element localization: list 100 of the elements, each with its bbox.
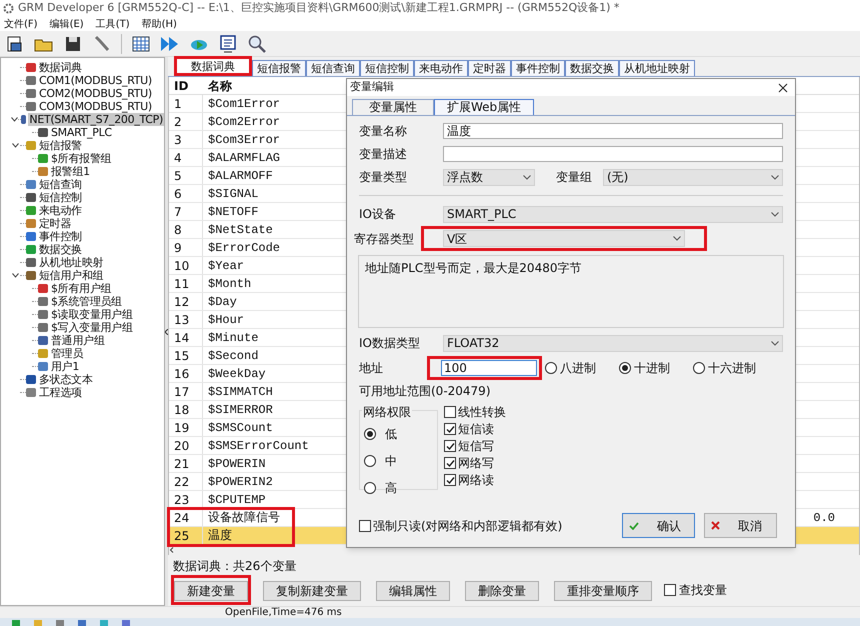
- tree-item[interactable]: 来电动作: [38, 204, 83, 217]
- radio-button[interactable]: [364, 428, 376, 440]
- tree-item[interactable]: $读取变量用户组: [50, 308, 134, 321]
- tree-node-icon: [26, 63, 36, 72]
- tab[interactable]: 事件控制: [511, 60, 565, 76]
- tree-item[interactable]: 普通用户组: [50, 334, 106, 347]
- column-header[interactable]: 名称: [203, 76, 232, 94]
- description-field[interactable]: [443, 146, 783, 162]
- radio-button[interactable]: [693, 362, 705, 374]
- table-cell: 14: [169, 329, 203, 346]
- tree-item[interactable]: 管理员: [50, 347, 84, 360]
- checkbox[interactable]: [359, 520, 371, 532]
- radio-button[interactable]: [619, 362, 631, 374]
- tab[interactable]: 变量属性: [352, 99, 434, 115]
- expand-icon[interactable]: [12, 143, 19, 148]
- table-cell: 10: [169, 257, 203, 274]
- tree-item[interactable]: 报警组1: [50, 165, 91, 178]
- expand-icon[interactable]: [11, 117, 18, 122]
- toolbar-button[interactable]: 复制新建变量: [263, 581, 361, 601]
- toolbar-button[interactable]: 新建变量: [174, 581, 248, 601]
- tree-item[interactable]: $写入变量用户组: [50, 321, 134, 334]
- tree-item[interactable]: $所有报警组: [50, 152, 112, 165]
- tab[interactable]: 短信报警: [252, 60, 306, 76]
- dialog-title: 变量编辑: [350, 79, 394, 96]
- checkbox[interactable]: [444, 457, 456, 469]
- tree-item[interactable]: 短信控制: [38, 191, 83, 204]
- grid-icon[interactable]: [131, 34, 151, 54]
- tab[interactable]: 从机地址映射: [619, 60, 695, 76]
- column-header[interactable]: ID: [169, 76, 203, 94]
- toolbar-button[interactable]: 重排变量顺序: [554, 581, 652, 601]
- menu-item[interactable]: 文件(F): [4, 16, 38, 32]
- radio-button[interactable]: [364, 455, 376, 467]
- tree-item[interactable]: 定时器: [38, 217, 72, 230]
- table-cell-text: $Year: [207, 258, 246, 274]
- search-icon[interactable]: [247, 34, 267, 54]
- address-field[interactable]: 100: [441, 360, 537, 376]
- menu-item[interactable]: 帮助(H): [142, 16, 177, 32]
- tree-item[interactable]: $所有用户组: [50, 282, 112, 295]
- tab[interactable]: 短信控制: [360, 60, 414, 76]
- tab[interactable]: 扩展Web属性: [434, 99, 534, 115]
- field-label: IO数据类型: [359, 335, 421, 352]
- tree-item[interactable]: NET(SMART_S7_200_TCP): [28, 113, 164, 126]
- checkbox-label: 网络读: [458, 472, 494, 489]
- name-field[interactable]: 温度: [443, 123, 783, 139]
- tree-item[interactable]: COM1(MODBUS_RTU): [38, 74, 153, 87]
- tree-item[interactable]: 数据词典: [38, 61, 83, 74]
- tree-item[interactable]: SMART_PLC: [50, 126, 113, 139]
- tree-item[interactable]: 多状态文本: [38, 373, 94, 386]
- expand-icon[interactable]: [12, 273, 19, 278]
- tab[interactable]: 定时器: [468, 60, 511, 76]
- menu-item[interactable]: 编辑(E): [50, 16, 84, 32]
- tree-item[interactable]: 短信查询: [38, 178, 83, 191]
- tree-item[interactable]: 用户1: [50, 360, 80, 373]
- tab[interactable]: 数据交换: [565, 60, 619, 76]
- dropdown[interactable]: 浮点数: [443, 168, 535, 186]
- tree-item[interactable]: 短信报警: [38, 139, 83, 152]
- tree-node-icon: [38, 154, 48, 163]
- tree-node-icon: [26, 141, 36, 150]
- table-cell: 8: [169, 221, 203, 238]
- dropdown[interactable]: (无): [603, 168, 783, 186]
- tree-item[interactable]: COM2(MODBUS_RTU): [38, 87, 153, 100]
- tree-node-icon: [26, 375, 36, 384]
- table-cell-text: $Com3Error: [207, 132, 282, 148]
- tab[interactable]: 来电动作: [414, 60, 468, 76]
- table-cell-text: $Second: [207, 348, 260, 364]
- checkbox[interactable]: [444, 474, 456, 486]
- checkbox[interactable]: [444, 423, 456, 435]
- ok-button[interactable]: 确认: [622, 513, 695, 538]
- dropdown[interactable]: FLOAT32: [443, 334, 783, 352]
- table-cell-text: 温度: [207, 528, 233, 544]
- menu-item[interactable]: 工具(T): [96, 16, 130, 32]
- toolbar-button[interactable]: 删除变量: [465, 581, 539, 601]
- tree-item[interactable]: COM3(MODBUS_RTU): [38, 100, 153, 113]
- checkbox[interactable]: [444, 440, 456, 452]
- tree-item[interactable]: $系统管理员组: [50, 295, 123, 308]
- dropdown[interactable]: SMART_PLC: [443, 206, 783, 222]
- checkbox[interactable]: [664, 584, 676, 596]
- cancel-button[interactable]: 取消: [704, 513, 777, 538]
- tree-item[interactable]: 工程选项: [38, 386, 83, 399]
- tree-node-icon: [26, 180, 36, 189]
- radio-button[interactable]: [364, 482, 376, 494]
- toolbar-button[interactable]: 编辑属性: [376, 581, 450, 601]
- close-icon[interactable]: [778, 82, 788, 92]
- radio-label: 中: [385, 453, 397, 470]
- table-cell-text: $Com2Error: [207, 114, 282, 130]
- tree-item[interactable]: 短信用户和组: [38, 269, 104, 282]
- tab[interactable]: 短信查询: [306, 60, 360, 76]
- table-cell-text: $Hour: [207, 312, 246, 328]
- checkbox[interactable]: [444, 406, 456, 418]
- scroll-left-icon[interactable]: [169, 547, 175, 553]
- app-gear-icon: [3, 3, 14, 14]
- monitor-icon[interactable]: [218, 34, 238, 54]
- close-icon: [711, 521, 720, 530]
- tree-item[interactable]: 从机地址映射: [38, 256, 104, 269]
- table-cell-text: $SIMMATCH: [207, 384, 274, 400]
- dropdown[interactable]: V区: [443, 230, 685, 247]
- tree-node-icon: [26, 271, 36, 280]
- radio-button[interactable]: [545, 362, 557, 374]
- tree-item[interactable]: 数据交换: [38, 243, 83, 256]
- tree-item[interactable]: 事件控制: [38, 230, 83, 243]
